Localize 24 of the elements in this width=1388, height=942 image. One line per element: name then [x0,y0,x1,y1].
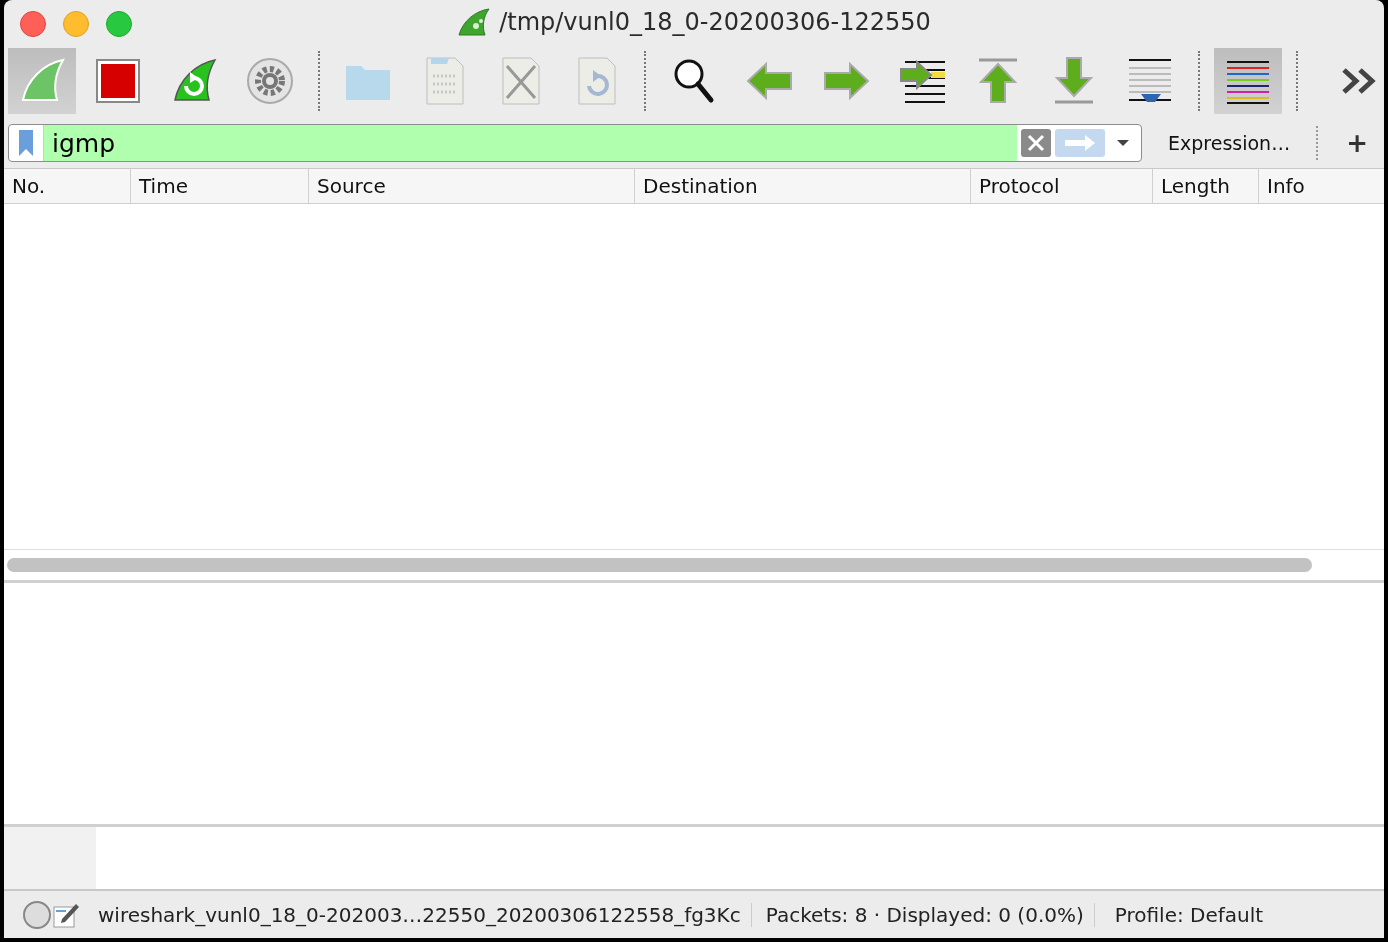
column-header[interactable]: Protocol [970,169,1152,203]
window-title: /tmp/vunl0_18_0-20200306-122550 [499,8,931,36]
column-header[interactable]: Length [1152,169,1258,203]
column-header[interactable]: No. [4,169,130,203]
toolbar-button[interactable] [1214,48,1282,114]
column-header[interactable]: Time [130,169,308,203]
column-header[interactable]: Info [1258,169,1384,203]
clear-icon[interactable] [1021,129,1051,157]
add-filter-button[interactable]: + [1340,128,1374,158]
column-header[interactable]: Destination [634,169,970,203]
capture-file-name: wireshark_vunl0_18_0-202003…22550_20200306122558_fg3Kc [98,902,752,927]
packet-count: Packets: 8 · Displayed: 0 (0.0%) [751,902,1095,927]
stop-icon [93,56,143,106]
profile-label[interactable]: Profile: Default [1094,902,1264,927]
bookmark-icon [19,130,33,156]
close-button[interactable] [20,11,46,37]
minimize-button[interactable] [63,11,89,37]
zoom-button[interactable] [106,11,132,37]
fin-icon [457,7,492,37]
gear-icon [245,56,295,106]
scrollbar-thumb[interactable] [7,558,1312,572]
filter-field[interactable]: igmp [8,124,1142,162]
column-header[interactable]: Source [308,169,634,203]
expression-button[interactable]: Expression… [1164,128,1295,158]
